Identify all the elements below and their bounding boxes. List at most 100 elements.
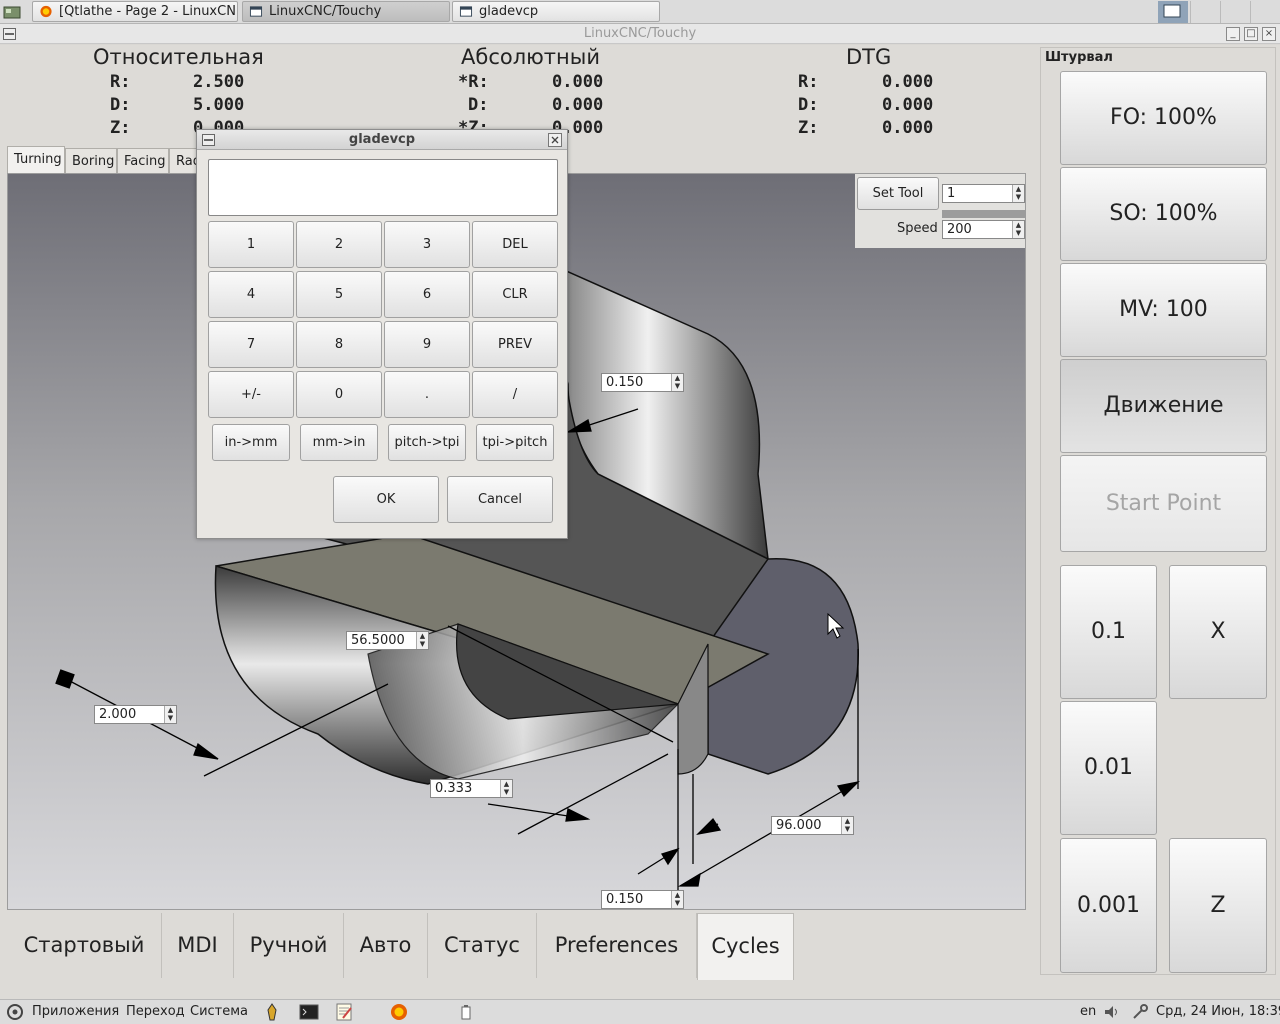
close-button[interactable]: × [1262,27,1276,41]
show-desktop-icon[interactable] [2,3,22,21]
dim-field[interactable]: 96.000 ▲ ▼ [771,816,854,835]
key-0[interactable]: 0 [296,371,382,418]
clock[interactable]: Срд, 24 Июн, 18:39 [1156,1004,1280,1019]
set-tool-button[interactable]: Set Tool [857,177,939,210]
key-del[interactable]: DEL [472,221,558,268]
tab-mdi[interactable]: MDI [162,913,234,978]
text-editor-icon[interactable] [334,1002,354,1022]
keyboard-layout[interactable]: en [1080,1004,1096,1019]
spin-arrows-icon[interactable]: ▲ ▼ [841,817,853,834]
tab-turning[interactable]: Turning [7,146,65,174]
tab-boring[interactable]: Boring [65,148,117,174]
start-point-button[interactable]: Start Point [1060,455,1267,552]
pitch-to-tpi-button[interactable]: pitch->tpi [388,424,466,461]
applications-menu[interactable]: Приложения [32,1004,119,1019]
terminal-icon[interactable] [299,1002,319,1022]
workspace-4[interactable] [1250,1,1279,23]
top-taskbar: [Qtlathe - Page 2 - LinuxCN... LinuxCNC/… [0,0,1280,24]
ok-button[interactable]: OK [333,476,439,523]
key-9[interactable]: 9 [384,321,470,368]
tab-startup[interactable]: Стартовый [7,913,162,978]
key-4[interactable]: 4 [208,271,294,318]
dim-field[interactable]: 56.5000 ▲ ▼ [346,631,429,650]
key-8[interactable]: 8 [296,321,382,368]
spin-arrows-icon[interactable]: ▲ ▼ [1012,221,1024,238]
tab-facing[interactable]: Facing [117,148,169,174]
debian-logo-icon [7,1004,23,1020]
dro-axis: *R: [458,72,489,92]
in-to-mm-button[interactable]: in->mm [212,424,290,461]
tpi-to-pitch-button[interactable]: tpi->pitch [476,424,554,461]
spin-arrows-icon[interactable]: ▲ ▼ [500,780,512,797]
key-prev[interactable]: PREV [472,321,558,368]
tab-radius[interactable]: Rad [169,148,201,174]
increment-0.001-button[interactable]: 0.001 [1060,838,1157,973]
trash-icon[interactable] [456,1002,476,1022]
dro-value: 5.000 [193,95,245,115]
task-qtlathe[interactable]: [Qtlathe - Page 2 - LinuxCN... [32,1,238,22]
cancel-button[interactable]: Cancel [447,476,553,523]
increment-0.01-button[interactable]: 0.01 [1060,701,1157,835]
axis-x-button[interactable]: X [1169,565,1267,699]
increment-0.1-button[interactable]: 0.1 [1060,565,1157,699]
feed-override-button[interactable]: FO: 100% [1060,71,1267,165]
network-icon[interactable] [1130,1002,1150,1022]
spin-arrows-icon[interactable]: ▲ ▼ [164,706,176,723]
key-plus-minus[interactable]: +/- [208,371,294,418]
max-velocity-button[interactable]: MV: 100 [1060,263,1267,357]
dro-axis: R: [110,72,131,92]
key-6[interactable]: 6 [384,271,470,318]
window-menu-icon[interactable] [202,134,215,146]
minimize-button[interactable]: _ [1226,27,1240,41]
workspace-3[interactable] [1220,1,1249,23]
dro-axis: D: [110,95,131,115]
firefox-icon[interactable] [389,1002,409,1022]
dim-field[interactable]: 2.000 ▲ ▼ [94,705,177,724]
workspace-2[interactable] [1190,1,1219,23]
dim-field[interactable]: 0.333 ▲ ▼ [430,779,513,798]
dim-value: 0.333 [435,781,473,796]
key-dot[interactable]: . [384,371,470,418]
tab-preferences[interactable]: Preferences [537,913,697,978]
speed-field[interactable]: 200 ▲ ▼ [942,220,1025,239]
spin-arrows-icon[interactable]: ▲ ▼ [1012,185,1024,202]
mm-to-in-button[interactable]: mm->in [300,424,378,461]
places-menu[interactable]: Переход [126,1004,185,1019]
spin-arrows-icon[interactable]: ▲ ▼ [671,374,683,391]
tab-cycles[interactable]: Cycles [697,913,794,980]
dro-value: 0.000 [882,72,934,92]
tool-number-value: 1 [947,186,956,201]
tab-manual[interactable]: Ручной [234,913,344,978]
key-2[interactable]: 2 [296,221,382,268]
system-menu[interactable]: Система [190,1004,248,1019]
linuxcnc-launcher-icon[interactable] [262,1002,282,1022]
volume-icon[interactable] [1102,1002,1122,1022]
task-label: LinuxCNC/Touchy [269,4,382,19]
dim-field[interactable]: 0.150 ▲ ▼ [601,890,684,909]
close-icon[interactable] [548,133,562,147]
key-divide[interactable]: / [472,371,558,418]
spin-arrows-icon[interactable]: ▲ ▼ [416,632,428,649]
tab-auto[interactable]: Авто [344,913,428,978]
dro-value: 0.000 [552,72,604,92]
dim-field[interactable]: 0.150 ▲ ▼ [601,373,684,392]
tab-status[interactable]: Статус [428,913,537,978]
dro-value: 0.000 [882,118,934,138]
axis-z-button[interactable]: Z [1169,838,1267,973]
maximize-button[interactable]: □ [1244,27,1258,41]
key-3[interactable]: 3 [384,221,470,268]
key-5[interactable]: 5 [296,271,382,318]
jog-move-button[interactable]: Движение [1060,359,1267,453]
tool-number-field[interactable]: 1 ▲ ▼ [942,184,1025,203]
spin-arrows-icon[interactable]: ▲ ▼ [671,891,683,908]
key-7[interactable]: 7 [208,321,294,368]
task-gladevcp[interactable]: gladevcp [452,1,660,22]
spindle-override-button[interactable]: SO: 100% [1060,167,1267,261]
workspace-switcher[interactable] [1158,1,1188,23]
key-clr[interactable]: CLR [472,271,558,318]
calculator-display[interactable] [208,159,558,216]
window-icon [459,6,473,17]
dim-value: 0.150 [606,375,644,390]
task-touchy[interactable]: LinuxCNC/Touchy [242,1,450,22]
key-1[interactable]: 1 [208,221,294,268]
